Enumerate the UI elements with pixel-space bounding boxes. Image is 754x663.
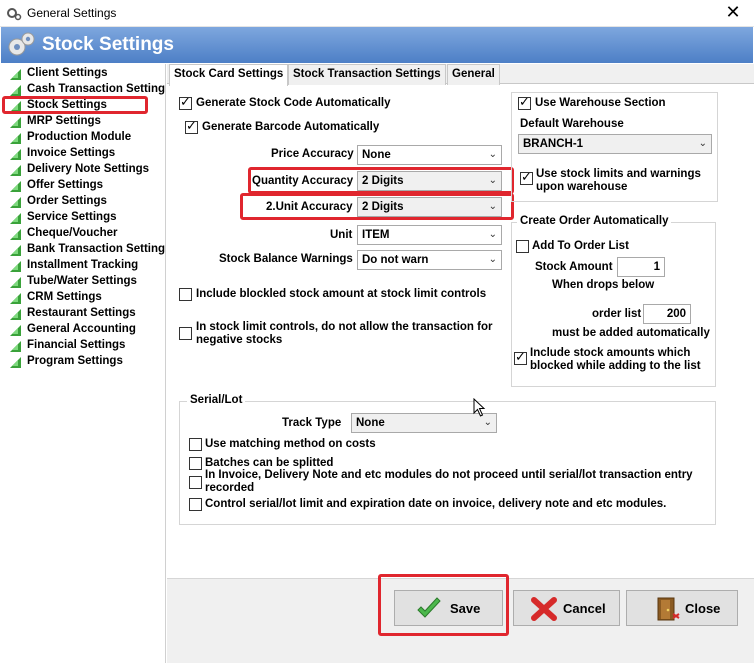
title-bar: General Settings ✕: [0, 0, 754, 27]
chevron-down-icon: ⌄: [488, 229, 497, 240]
control-serial-limit-label: Control serial/lot limit and expiration …: [205, 498, 667, 510]
add-to-order-list-checkbox[interactable]: [516, 240, 529, 253]
door-exit-icon: [657, 597, 680, 621]
tree-node-icon: [10, 277, 21, 288]
tree-node-icon: [10, 309, 21, 320]
close-label: Close: [685, 601, 721, 616]
order-list-label: order list: [592, 308, 642, 320]
chevron-down-icon: ⌄: [698, 138, 707, 149]
use-matching-method-checkbox[interactable]: [189, 438, 202, 451]
stock-amount-input[interactable]: 1: [617, 257, 665, 277]
batches-splitted-checkbox[interactable]: [189, 457, 202, 470]
tree-node-icon: [10, 85, 21, 96]
use-warehouse-section-checkbox[interactable]: [518, 95, 531, 110]
no-negative-stock-checkbox[interactable]: [179, 327, 192, 340]
highlight-stock-settings: [2, 96, 148, 114]
default-warehouse-select[interactable]: BRANCH-1 ⌄: [518, 134, 712, 154]
tree-node-icon: [10, 69, 21, 80]
stock-balance-warnings-value: Do not warn: [362, 254, 429, 266]
tab-general[interactable]: General: [447, 64, 500, 85]
track-type-value: None: [356, 417, 385, 429]
stock-amount-label: Stock Amount: [535, 261, 613, 273]
tree-node-icon: [10, 149, 21, 160]
tree-node-icon: [10, 293, 21, 304]
window-title: General Settings: [27, 6, 117, 20]
price-accuracy-select[interactable]: None ⌄: [357, 145, 502, 165]
generate-barcode-label: Generate Barcode Automatically: [202, 121, 380, 133]
use-matching-method-label: Use matching method on costs: [205, 438, 376, 450]
tab-strip: Stock Card Settings Stock Transaction Se…: [167, 64, 754, 86]
chevron-down-icon: ⌄: [488, 149, 497, 160]
use-stock-limits-label: Use stock limits and warnings upon wareh…: [536, 168, 701, 193]
create-order-title: Create Order Automatically: [517, 215, 672, 227]
order-list-input[interactable]: 200: [643, 304, 691, 324]
default-warehouse-value: BRANCH-1: [523, 138, 584, 150]
tree-node-icon: [10, 197, 21, 208]
generate-stock-code-label: Generate Stock Code Automatically: [196, 97, 391, 109]
close-window-icon[interactable]: ✕: [716, 2, 750, 24]
price-accuracy-value: None: [362, 149, 391, 161]
invoice-proceed-label: In Invoice, Delivery Note and etc module…: [205, 469, 693, 492]
add-to-order-list-label: Add To Order List: [532, 240, 629, 252]
tree-node-icon: [10, 133, 21, 144]
cancel-label: Cancel: [563, 601, 606, 616]
invoice-proceed-checkbox[interactable]: [189, 476, 202, 489]
generate-barcode-checkbox[interactable]: [185, 119, 198, 134]
unit-value: ITEM: [362, 229, 390, 241]
unit-label: Unit: [330, 229, 353, 241]
generate-stock-code-checkbox[interactable]: [179, 95, 192, 110]
close-button[interactable]: Close: [626, 590, 738, 626]
unit-select[interactable]: ITEM ⌄: [357, 225, 502, 245]
tab-stock-card-settings[interactable]: Stock Card Settings: [169, 64, 289, 86]
must-be-added-label: must be added automatically: [552, 327, 710, 339]
chevron-down-icon: ⌄: [483, 417, 492, 428]
settings-sidebar: Client Settings Cash Transaction Setting…: [1, 64, 166, 663]
tree-node-icon: [10, 181, 21, 192]
tree-node-icon: [10, 165, 21, 176]
gears-icon: [8, 32, 35, 56]
cancel-button[interactable]: Cancel: [513, 590, 620, 626]
chevron-down-icon: ⌄: [488, 254, 497, 265]
when-drops-below-label: When drops below: [552, 279, 655, 291]
x-cancel-icon: [531, 597, 557, 621]
tree-node-icon: [10, 245, 21, 256]
include-blocked-label: Include blockled stock amount at stock l…: [196, 288, 487, 300]
use-stock-limits-checkbox[interactable]: [520, 170, 533, 185]
include-blocked-amounts-checkbox[interactable]: [514, 350, 527, 365]
stock-balance-warnings-label: Stock Balance Warnings: [219, 253, 353, 265]
track-type-label: Track Type: [282, 417, 342, 429]
tree-node-icon: [10, 325, 21, 336]
no-negative-stock-label: In stock limit controls, do not allow th…: [196, 321, 493, 346]
serial-lot-title: Serial/Lot: [187, 394, 246, 406]
stock-balance-warnings-select[interactable]: Do not warn ⌄: [357, 250, 502, 270]
invoice-proceed-clip: In Invoice, Delivery Note and etc module…: [205, 468, 705, 492]
highlight-quantity-accuracy: [248, 167, 514, 194]
control-serial-limit-checkbox[interactable]: [189, 498, 202, 511]
tab-stock-transaction-settings[interactable]: Stock Transaction Settings: [288, 64, 446, 85]
app-icon: [7, 8, 22, 21]
tree-node-icon: [10, 261, 21, 272]
banner-title: Stock Settings: [42, 34, 174, 55]
tree-node-icon: [10, 117, 21, 128]
include-blocked-amounts-label: Include stock amounts which blocked whil…: [530, 347, 701, 372]
section-banner: Stock Settings: [1, 27, 753, 63]
tree-node-icon: [10, 229, 21, 240]
price-accuracy-label: Price Accuracy: [271, 148, 354, 160]
highlight-unit2-accuracy: [240, 193, 514, 220]
use-warehouse-section-label: Use Warehouse Section: [535, 97, 666, 109]
highlight-save-button: [378, 574, 509, 636]
default-warehouse-label: Default Warehouse: [520, 118, 624, 130]
include-blocked-checkbox[interactable]: [179, 288, 192, 301]
tree-node-icon: [10, 357, 21, 368]
mouse-cursor-icon: [473, 398, 486, 417]
tree-node-icon: [10, 213, 21, 224]
tree-node-icon: [10, 341, 21, 352]
